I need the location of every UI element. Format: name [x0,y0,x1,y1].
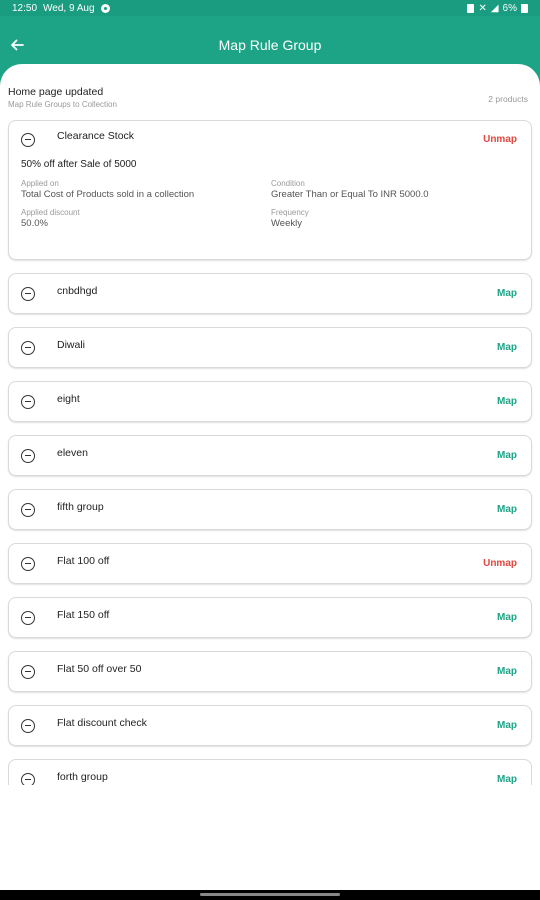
main-content: Home page updated Map Rule Groups to Col… [0,64,540,890]
rule-group-row[interactable]: fifth group Map [9,490,531,529]
unmap-button[interactable]: Unmap [483,134,517,145]
map-button[interactable]: Map [497,396,517,407]
rule-group-row[interactable]: Diwali Map [9,328,531,367]
wifi-icon: ✕ [478,2,487,14]
frequency-label: Frequency [271,208,309,217]
collapse-icon[interactable] [21,556,35,571]
collapse-icon[interactable] [21,132,35,147]
collapse-icon[interactable] [21,772,35,785]
map-button[interactable]: Map [497,774,517,785]
collapse-icon[interactable] [21,394,35,409]
map-button[interactable]: Map [497,288,517,299]
rule-group-card: forth group Map [8,759,532,785]
discount-label: Applied discount [21,208,80,217]
rule-group-card: fifth group Map [8,489,532,530]
rule-details: 50% off after Sale of 5000 Applied on To… [9,159,531,229]
rule-group-name: fifth group [57,500,104,513]
collection-title: Home page updated [8,86,104,98]
battery-saver-icon [467,3,475,13]
collection-subtitle: Map Rule Groups to Collection [8,100,117,109]
rule-group-name: Flat 100 off [57,554,110,567]
applied-on-label: Applied on [21,179,59,188]
status-battery: 6% [502,2,517,14]
map-button[interactable]: Map [497,666,517,677]
rule-group-card-expanded: Clearance Stock Unmap 50% off after Sale… [8,120,532,260]
rule-group-row[interactable]: Flat 50 off over 50 Map [9,652,531,691]
rule-group-name: eleven [57,446,88,459]
rule-group-row: Clearance Stock Unmap [9,121,531,158]
rule-group-row[interactable]: Flat 150 off Map [9,598,531,637]
rule-group-card: Flat 50 off over 50 Map [8,651,532,692]
collapse-icon[interactable] [21,502,35,517]
notification-icon [100,3,110,13]
rule-group-card: Flat 100 off Unmap [8,543,532,584]
condition-label: Condition [271,179,305,188]
rule-group-card: Flat discount check Map [8,705,532,746]
discount-value: 50.0% [21,218,48,229]
rule-group-card: cnbdhgd Map [8,273,532,314]
rule-offer: 50% off after Sale of 5000 [21,159,137,170]
rule-group-row[interactable]: eleven Map [9,436,531,475]
rule-group-row[interactable]: cnbdhgd Map [9,274,531,313]
battery-icon [521,3,528,13]
status-time: 12:50 [12,2,38,14]
rule-group-row[interactable]: Flat 100 off Unmap [9,544,531,583]
map-button[interactable]: Map [497,342,517,353]
home-handle[interactable] [200,893,340,896]
collection-header: Home page updated Map Rule Groups to Col… [0,64,540,120]
map-button[interactable]: Map [497,612,517,623]
rule-group-row[interactable]: eight Map [9,382,531,421]
rule-group-name: eight [57,392,80,405]
rule-group-name: Clearance Stock [57,129,135,142]
rule-group-card: Diwali Map [8,327,532,368]
collapse-icon[interactable] [21,718,35,733]
rule-group-card: eight Map [8,381,532,422]
rule-group-row[interactable]: Flat discount check Map [9,706,531,745]
page-title: Map Rule Group [218,37,322,53]
collapse-icon[interactable] [21,286,35,301]
signal-icon: ◢ [490,2,499,14]
rule-group-card: eleven Map [8,435,532,476]
rule-group-name: Flat 150 off [57,608,110,621]
condition-value: Greater Than or Equal To INR 5000.0 [271,189,429,200]
rule-group-card: Flat 150 off Map [8,597,532,638]
system-nav-bar [0,890,540,900]
status-bar: 12:50 Wed, 9 Aug ✕ ◢ 6% [0,0,540,16]
applied-on-value: Total Cost of Products sold in a collect… [21,189,195,200]
collapse-icon[interactable] [21,664,35,679]
rule-group-name: Flat 50 off over 50 [57,662,142,675]
map-button[interactable]: Map [497,450,517,461]
back-button[interactable] [0,28,34,62]
rule-group-list: Clearance Stock Unmap 50% off after Sale… [0,120,540,785]
rule-group-name: forth group [57,770,108,783]
rule-group-name: Flat discount check [57,716,147,729]
rule-group-name: cnbdhgd [57,284,98,297]
rule-group-name: Diwali [57,338,86,351]
rule-group-row[interactable]: forth group Map [9,760,531,785]
collapse-icon[interactable] [21,448,35,463]
collapse-icon[interactable] [21,610,35,625]
unmap-button[interactable]: Unmap [483,558,517,569]
status-date: Wed, 9 Aug [43,2,95,14]
collapse-icon[interactable] [21,340,35,355]
arrow-left-icon [11,39,24,51]
frequency-value: Weekly [271,218,302,229]
map-button[interactable]: Map [497,720,517,731]
map-button[interactable]: Map [497,504,517,515]
product-count: 2 products [488,94,528,104]
